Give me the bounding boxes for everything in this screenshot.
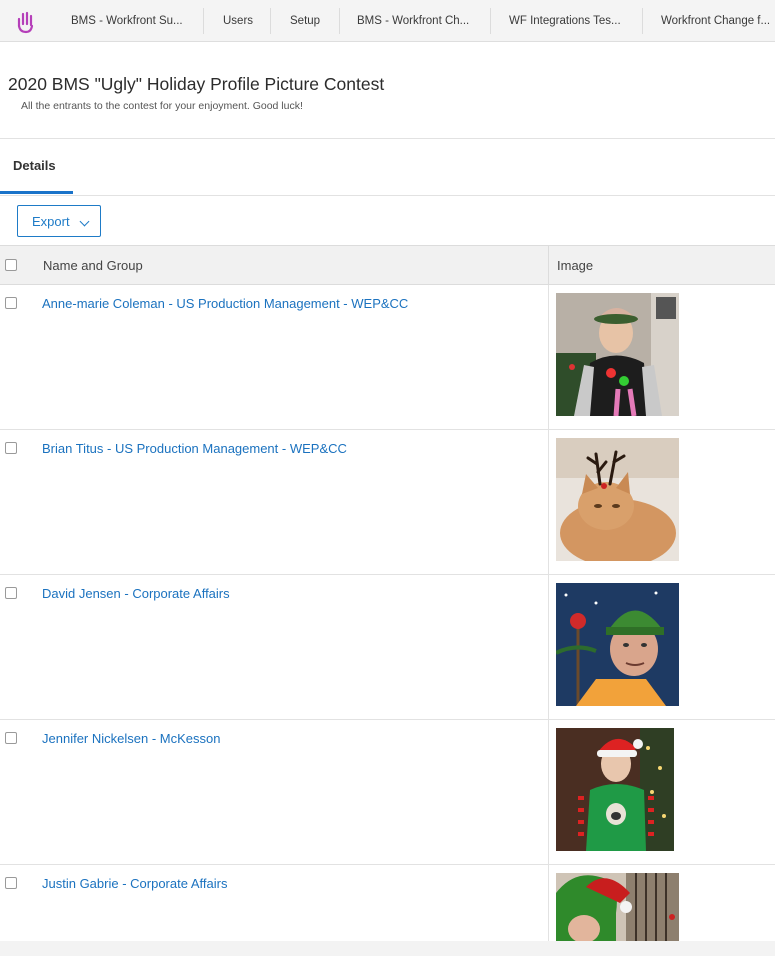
page-subtitle: All the entrants to the contest for your… xyxy=(21,100,303,112)
entrant-name-link[interactable]: Brian Titus - US Production Management -… xyxy=(42,441,347,456)
table-row: Justin Gabrie - Corporate Affairs xyxy=(0,865,775,941)
column-header-image[interactable]: Image xyxy=(557,258,593,273)
person-santa-hat-photo[interactable] xyxy=(556,728,674,851)
row-checkbox[interactable] xyxy=(5,587,17,599)
tab-details[interactable]: Details xyxy=(13,158,56,173)
entrant-name-link[interactable]: Anne-marie Coleman - US Production Manag… xyxy=(42,296,408,311)
nav-tab-setup[interactable]: Setup xyxy=(290,0,320,42)
nav-tab-workfront-change[interactable]: Workfront Change f... xyxy=(661,0,770,42)
row-checkbox[interactable] xyxy=(5,442,17,454)
nav-tab-users[interactable]: Users xyxy=(223,0,253,42)
export-label: Export xyxy=(32,213,70,229)
select-all-checkbox[interactable] xyxy=(5,259,17,271)
nav-divider xyxy=(270,8,271,34)
nav-divider xyxy=(490,8,491,34)
cat-with-antlers-photo[interactable] xyxy=(556,438,679,561)
nav-divider xyxy=(203,8,204,34)
table-row: Brian Titus - US Production Management -… xyxy=(0,430,775,575)
column-divider xyxy=(548,865,549,941)
nav-divider xyxy=(339,8,340,34)
row-checkbox[interactable] xyxy=(5,877,17,889)
table-row: Anne-marie Coleman - US Production Manag… xyxy=(0,285,775,430)
column-divider xyxy=(548,430,549,575)
active-tab-indicator xyxy=(0,191,73,194)
person-holiday-sweater-photo[interactable] xyxy=(556,293,679,416)
nav-tab-bms-workfront-su[interactable]: BMS - Workfront Su... xyxy=(71,0,183,42)
chevron-down-icon xyxy=(79,216,90,227)
row-checkbox[interactable] xyxy=(5,732,17,744)
page-title: 2020 BMS "Ugly" Holiday Profile Picture … xyxy=(8,74,385,94)
nav-divider xyxy=(642,8,643,34)
entrant-name-link[interactable]: David Jensen - Corporate Affairs xyxy=(42,586,230,601)
column-divider xyxy=(548,720,549,865)
column-divider xyxy=(548,575,549,720)
column-divider xyxy=(548,285,549,430)
entrant-name-link[interactable]: Justin Gabrie - Corporate Affairs xyxy=(42,876,227,891)
nav-tab-wf-integrations[interactable]: WF Integrations Tes... xyxy=(509,0,621,42)
table-row: David Jensen - Corporate Affairs xyxy=(0,575,775,720)
table-header: Name and Group Image xyxy=(0,245,775,285)
entrant-name-link[interactable]: Jennifer Nickelsen - McKesson xyxy=(42,731,220,746)
column-header-name[interactable]: Name and Group xyxy=(43,258,143,273)
person-grinch-hat-photo[interactable] xyxy=(556,873,679,941)
cartoon-elf-hat-photo[interactable] xyxy=(556,583,679,706)
table-row: Jennifer Nickelsen - McKesson xyxy=(0,720,775,865)
export-button[interactable]: Export xyxy=(17,205,101,237)
divider xyxy=(0,195,775,196)
nav-tab-bms-workfront-ch[interactable]: BMS - Workfront Ch... xyxy=(357,0,469,42)
top-nav: BMS - Workfront Su... Users Setup BMS - … xyxy=(0,0,775,42)
column-divider xyxy=(548,246,549,284)
workfront-hand-logo-icon[interactable] xyxy=(14,10,36,34)
row-checkbox[interactable] xyxy=(5,297,17,309)
page-footer xyxy=(0,941,775,956)
divider xyxy=(0,138,775,139)
